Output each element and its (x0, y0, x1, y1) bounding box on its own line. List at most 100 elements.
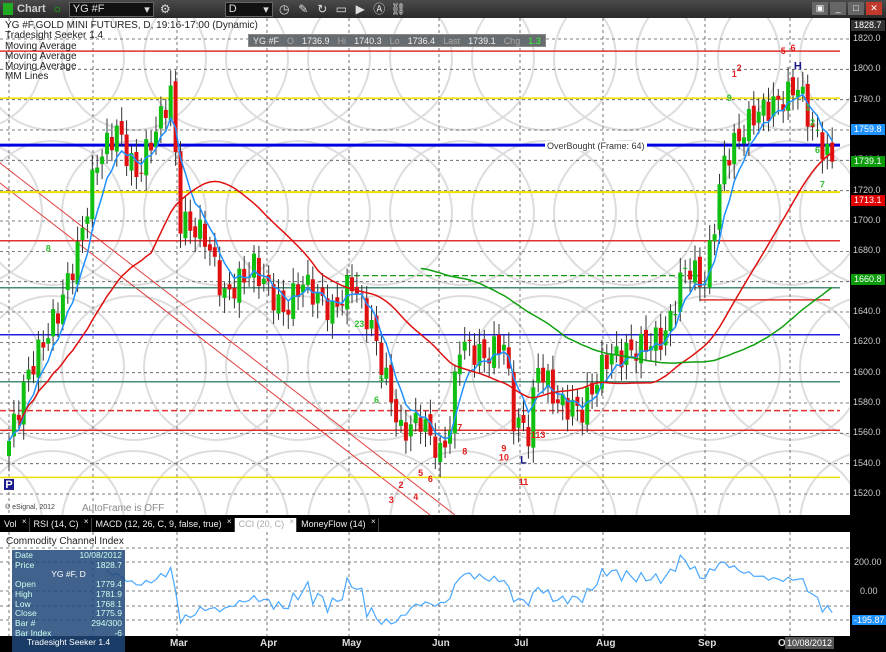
tab-cci[interactable]: CCI (20, C) × (234, 517, 298, 532)
candle (727, 160, 732, 166)
candle (697, 256, 702, 287)
restore-icon[interactable]: ▣ (812, 2, 828, 15)
clock-icon[interactable]: ◷ (277, 2, 292, 17)
background-arc (635, 295, 781, 441)
month-label: Aug (596, 638, 616, 649)
cci-tick: 200.00 (854, 557, 882, 567)
settings-icon[interactable]: ⚙ (158, 2, 173, 17)
price-tag: 1759.8 (851, 124, 885, 136)
candle (492, 336, 497, 368)
seeker-count-label: 9 (727, 93, 732, 103)
interval-select[interactable]: D ▾ (224, 1, 273, 17)
price-tick: 1580.0 (853, 397, 881, 407)
candle (825, 143, 830, 156)
seeker-count-label: L (520, 455, 527, 467)
alert-icon[interactable]: Ⓐ (372, 2, 387, 17)
close-icon[interactable]: × (84, 517, 89, 526)
candle (609, 354, 614, 365)
seeker-count-label: 8 (46, 243, 51, 253)
candle (315, 291, 320, 304)
tab-label: RSI (14, C) (33, 519, 79, 529)
price-tick: 1780.0 (853, 93, 881, 104)
play-icon[interactable]: ▶ (353, 2, 368, 17)
close-icon[interactable]: × (289, 517, 294, 526)
candle (433, 436, 438, 458)
candle (707, 240, 712, 288)
time-axis[interactable]: Mar Apr May Jun Jul Aug Sep Oct 10/08/20… (0, 636, 886, 652)
price-plot[interactable]: HLP 23 45678 91011113125 6761289562 3 (0, 0, 886, 596)
price-tag: 1713.1 (851, 195, 885, 207)
tab-label: Vol (4, 519, 17, 529)
price-tick: 1720.0 (853, 184, 881, 195)
candle (742, 137, 746, 144)
cci-plot[interactable] (0, 532, 850, 636)
candle (7, 440, 11, 457)
seeker-count-label: 2 (810, 117, 815, 127)
candle (658, 327, 663, 350)
candle (203, 223, 207, 247)
background-arc (307, 140, 453, 286)
seeker-count-label: 6 (374, 395, 379, 405)
candle (51, 308, 56, 337)
cci-axis[interactable]: 200.00 0.00 -195.87 (850, 532, 886, 636)
month-label: Mar (170, 638, 188, 649)
close-icon[interactable]: ✕ (866, 2, 882, 15)
seeker-count-label: 10 (499, 453, 509, 463)
candle (85, 216, 90, 224)
template-icon[interactable]: ▭ (334, 2, 349, 17)
seeker-count-label: 5 (418, 468, 423, 478)
background-arc (717, 450, 863, 596)
tab-label: CCI (20, C) (238, 519, 285, 529)
month-label: May (342, 638, 362, 649)
close-icon[interactable]: × (22, 517, 27, 526)
minimize-icon[interactable]: _ (830, 2, 846, 15)
candle (791, 77, 795, 96)
legend-study[interactable]: MM Lines (5, 72, 258, 83)
candle (232, 287, 237, 299)
pencil-icon[interactable]: ✎ (296, 2, 311, 17)
tab-moneyflow[interactable]: MoneyFlow (14) × (297, 517, 379, 532)
background-arc (143, 140, 289, 286)
candle (815, 129, 820, 131)
candle (286, 309, 291, 315)
info-value: -6 (114, 627, 122, 638)
candle (379, 342, 384, 375)
chevron-down-icon: ▾ (144, 3, 150, 16)
tab-vol[interactable]: Vol × (0, 517, 30, 532)
candle (65, 273, 70, 291)
background-arc (143, 450, 289, 596)
tab-rsi[interactable]: RSI (14, C) × (30, 517, 92, 532)
close-icon[interactable]: × (371, 517, 376, 526)
tab-label: MACD (12, 26, C, 9, false, true) (95, 519, 222, 529)
symbol-select[interactable]: YG #F ▾ (68, 1, 154, 17)
price-tick: 1520.0 (853, 488, 881, 498)
candle (668, 310, 673, 332)
price-chart[interactable]: H L P 2 3 4 5 6 7 8 9 10 11 113 1 2 5 6 7 6 1 2 8 9 5 6 2 3 (0, 0, 886, 596)
candle (222, 288, 227, 298)
seeker-count-label: 3 (389, 495, 394, 505)
link-icon[interactable]: ○ (50, 2, 65, 17)
tab-macd[interactable]: MACD (12, 26, C, 9, false, true) × (92, 517, 235, 532)
candle (408, 424, 413, 437)
background-arc (635, 450, 781, 596)
seeker-count-label: 2 (737, 63, 742, 73)
background-arc (225, 450, 371, 596)
close-icon[interactable]: × (227, 517, 232, 526)
candle (291, 283, 296, 319)
refresh-icon[interactable]: ↻ (315, 2, 330, 17)
candle (70, 273, 75, 281)
candle (717, 184, 722, 230)
candle (26, 369, 31, 380)
price-tag: 1660.8 (851, 274, 885, 286)
candle (389, 364, 394, 403)
candle (80, 227, 85, 241)
price-axis[interactable]: 1820.01800.01780.01760.01740.01720.01700… (850, 18, 886, 515)
cci-pane[interactable]: Commodity Channel Index (0, 532, 850, 636)
seeker-count-label: 7 (457, 422, 462, 432)
candle (16, 414, 21, 421)
candle (90, 169, 95, 220)
link-chain-icon[interactable]: ⛓ (391, 2, 406, 17)
background-arc (553, 0, 699, 131)
candle (644, 329, 648, 352)
maximize-icon[interactable]: □ (848, 2, 864, 15)
